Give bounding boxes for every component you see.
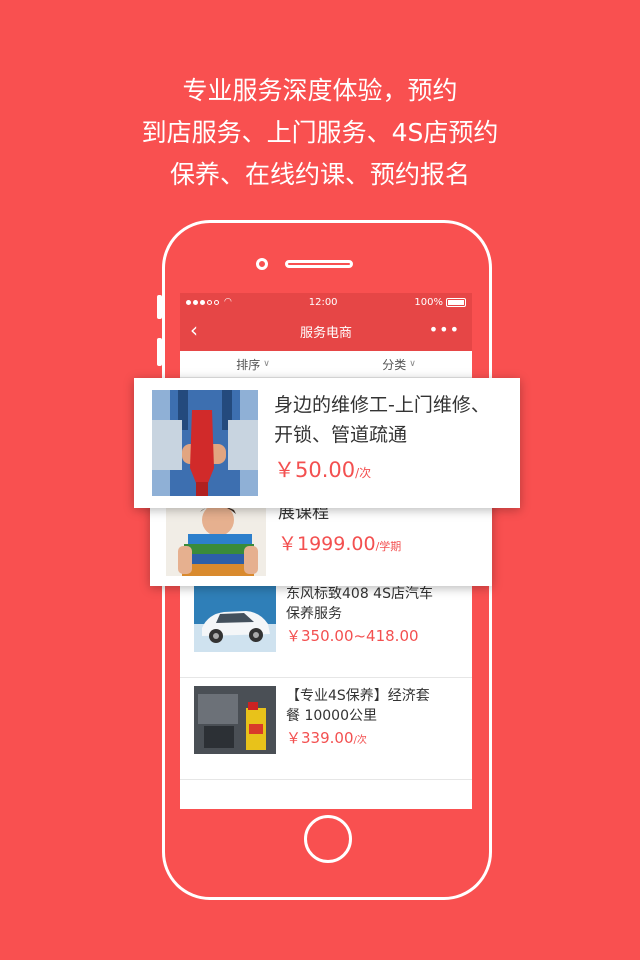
back-icon[interactable]: ‹ <box>190 319 198 341</box>
wifi-icon: ◠ <box>224 297 232 307</box>
phone-mute-switch <box>157 295 162 319</box>
item-title-line-1: 东风标致408 4S店汽车 <box>286 586 433 602</box>
category-filter-label: 分类 <box>382 357 407 372</box>
card-title-line-2: 开锁、管道疏通 <box>274 424 408 446</box>
price-unit: /学期 <box>375 540 402 553</box>
nav-bar: ‹ 服务电商 ••• <box>180 311 472 351</box>
chevron-down-icon: ∨ <box>409 359 416 369</box>
list-item[interactable]: 【专业4S保养】经济套 餐 10000公里 ￥339.00/次 <box>180 678 472 780</box>
phone-camera <box>256 258 268 270</box>
status-bar: ◠ 12:00 100% <box>180 293 472 311</box>
car-image <box>194 584 276 652</box>
chevron-down-icon: ∨ <box>263 359 270 369</box>
headline-line-1: 专业服务深度体验，预约 <box>182 76 458 105</box>
headline-line-3: 保养、在线约课、预约报名 <box>169 160 470 189</box>
page-title: 服务电商 <box>299 325 352 341</box>
more-icon[interactable]: ••• <box>429 320 460 339</box>
item-price: ￥339.00/次 <box>286 728 430 751</box>
price-unit: /次 <box>353 735 367 746</box>
sort-filter-label: 排序 <box>236 357 261 372</box>
battery-icon <box>446 297 466 307</box>
price-value: ￥339.00 <box>286 729 354 747</box>
sort-filter[interactable]: 排序 ∨ <box>180 351 326 377</box>
featured-card-repair[interactable]: 身边的维修工-上门维修、 开锁、管道疏通 ￥50.00/次 <box>134 378 520 508</box>
price-unit: /次 <box>355 466 372 480</box>
headline: 专业服务深度体验，预约 到店服务、上门服务、4S店预约 保养、在线约课、预约报名 <box>0 70 640 196</box>
phone-home-button <box>304 815 352 863</box>
item-price: ￥350.00~418.00 <box>286 626 433 649</box>
price-value: ￥1999.00 <box>278 533 376 555</box>
phone-volume-up <box>157 338 162 366</box>
filter-bar: 排序 ∨ 分类 ∨ <box>180 351 472 378</box>
student-books-image <box>166 506 266 576</box>
signal-icon: ◠ <box>186 297 232 307</box>
card-price: ￥50.00/次 <box>274 455 490 488</box>
category-filter[interactable]: 分类 ∨ <box>326 351 472 377</box>
product-list: 东风标致408 4S店汽车 保养服务 ￥350.00~418.00 【专业4S保… <box>180 576 472 780</box>
item-title-line-2: 保养服务 <box>286 606 342 622</box>
item-title-line-1: 【专业4S保养】经济套 <box>286 688 430 704</box>
battery-percent: 100% <box>414 296 443 308</box>
price-value: ￥50.00 <box>274 458 356 482</box>
card-title-line-1: 身边的维修工-上门维修、 <box>274 394 490 416</box>
price-value: ￥350.00~418.00 <box>286 627 419 645</box>
card-price: ￥1999.00/学期 <box>278 531 401 560</box>
status-time: 12:00 <box>308 296 338 308</box>
item-title-line-2: 餐 10000公里 <box>286 708 377 724</box>
phone-speaker <box>285 260 353 268</box>
engine-image <box>194 686 276 754</box>
headline-line-2: 到店服务、上门服务、4S店预约 <box>141 118 499 147</box>
list-item[interactable]: 东风标致408 4S店汽车 保养服务 ￥350.00~418.00 <box>180 576 472 678</box>
repairman-image <box>152 390 258 496</box>
